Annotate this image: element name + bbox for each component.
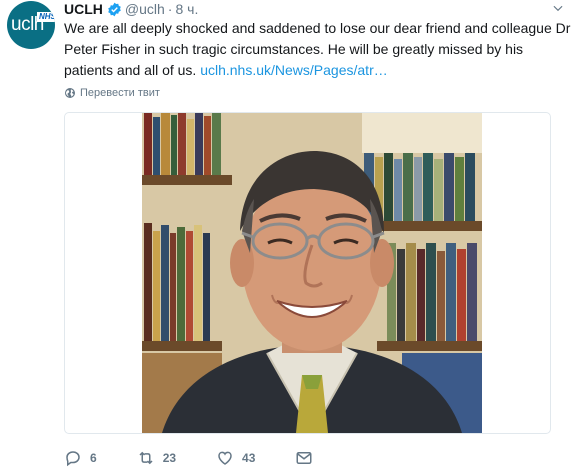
tweet-link[interactable]: uclh.nhs.uk/News/Pages/atr… bbox=[200, 62, 388, 78]
reply-count: 6 bbox=[90, 451, 97, 465]
timestamp[interactable]: 8 ч. bbox=[175, 1, 198, 17]
portrait-photo[interactable] bbox=[142, 113, 482, 433]
like-count: 43 bbox=[242, 451, 256, 465]
tweet-text: We are all deeply shocked and saddened t… bbox=[64, 18, 573, 81]
tweet: uclh NHS UCLH @uclh · 8 ч. We are all de… bbox=[0, 0, 573, 474]
translate-tweet[interactable]: Перевести твит bbox=[64, 87, 160, 99]
media-card[interactable] bbox=[64, 112, 551, 434]
tweet-header: UCLH @uclh · 8 ч. bbox=[64, 0, 198, 18]
retweet-icon bbox=[139, 451, 153, 465]
heart-icon bbox=[218, 451, 232, 465]
like-button[interactable]: 43 bbox=[216, 449, 255, 467]
retweet-count: 23 bbox=[162, 451, 177, 465]
reply-button[interactable]: 6 bbox=[64, 449, 97, 467]
display-name[interactable]: UCLH bbox=[64, 1, 103, 17]
separator: · bbox=[167, 1, 173, 17]
handle[interactable]: @uclh bbox=[125, 1, 165, 17]
avatar[interactable]: uclh NHS bbox=[7, 1, 55, 49]
tweet-actions: 6 23 43 bbox=[64, 446, 361, 470]
avatar-badge: NHS bbox=[37, 12, 55, 22]
retweet-button[interactable]: 23 bbox=[137, 449, 176, 467]
direct-message-button[interactable] bbox=[295, 449, 321, 467]
globe-icon bbox=[65, 88, 75, 98]
chevron-down-icon[interactable] bbox=[551, 1, 565, 15]
translate-label: Перевести твит bbox=[80, 87, 160, 99]
verified-icon bbox=[108, 2, 121, 16]
reply-icon bbox=[66, 451, 80, 467]
envelope-icon bbox=[296, 452, 312, 464]
